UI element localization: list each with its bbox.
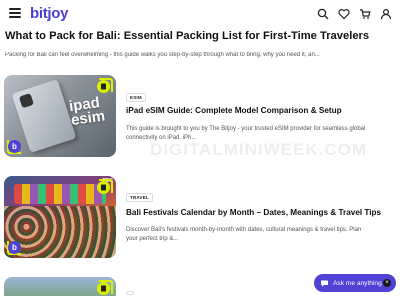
close-icon[interactable]: × (383, 279, 391, 287)
chat-button[interactable]: Ask me anything × (314, 274, 396, 292)
chat-icon (321, 280, 328, 287)
user-icon[interactable] (380, 8, 392, 20)
article-tag[interactable]: TRAVEL (126, 193, 153, 202)
article-image-ipad-esim[interactable]: ipad esim b (4, 75, 116, 157)
article-image-partial[interactable] (4, 277, 116, 296)
brand-logo[interactable]: bitjoy (30, 5, 69, 22)
header-icons (317, 8, 392, 20)
bookmark-icon[interactable] (97, 181, 110, 194)
menu-icon[interactable] (9, 8, 21, 18)
chat-label: Ask me anything (333, 279, 382, 287)
logo-text: bitjoy (30, 5, 69, 22)
watermark: DIGITALMINIWEEK.COM (150, 140, 367, 159)
page-title: What to Pack for Bali: Essential Packing… (5, 30, 370, 42)
bookmark-icon[interactable] (97, 80, 110, 93)
article-tag[interactable] (126, 291, 134, 295)
article-tag[interactable]: ESIM (126, 93, 146, 102)
article-title[interactable]: iPad eSIM Guide: Complete Model Comparis… (126, 106, 394, 115)
article-title[interactable]: Bali Festivals Calendar by Month – Dates… (126, 208, 394, 217)
brand-badge-icon: b (8, 140, 21, 153)
article-description: Discover Bali's festivals month-by-month… (126, 227, 362, 242)
heart-icon[interactable] (338, 8, 350, 20)
brand-badge-icon: b (8, 241, 21, 254)
cart-icon[interactable] (359, 8, 371, 20)
search-icon[interactable] (317, 8, 329, 20)
article-image-bali-festival[interactable]: REC b (4, 176, 116, 258)
site-header: bitjoy (0, 0, 400, 28)
bookmark-icon[interactable] (97, 282, 110, 295)
image-caption: ipad esim (67, 94, 107, 130)
festival-banner (14, 184, 106, 204)
ipad-illustration (11, 79, 77, 153)
page-intro: Packing for Bali can feel overwhelming -… (5, 52, 320, 58)
